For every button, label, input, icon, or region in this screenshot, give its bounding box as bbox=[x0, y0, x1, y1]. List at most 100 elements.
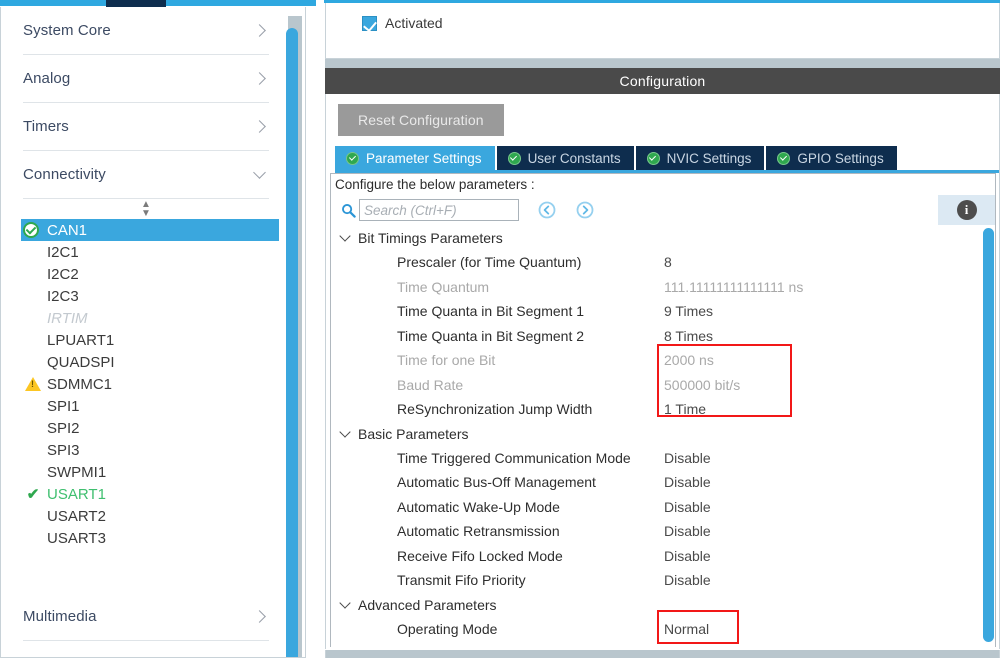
parameter-value: Disable bbox=[664, 449, 711, 466]
peripheral-list: CAN1 I2C1 I2C2 I2C3 IRTIM LPUART1 QUADSPI SDMMC… bbox=[21, 219, 279, 549]
parameter-value: Disable bbox=[664, 474, 711, 491]
parameter-value: Disable bbox=[664, 498, 711, 515]
peripheral-item-label: USART3 bbox=[47, 529, 106, 547]
parameter-row[interactable]: Automatic Retransmission Disable bbox=[331, 519, 973, 544]
parameter-row[interactable]: Automatic Wake-Up Mode Disable bbox=[331, 495, 973, 520]
reset-configuration-button[interactable]: Reset Configuration bbox=[338, 104, 504, 136]
sidebar-category-connectivity[interactable]: Connectivity bbox=[23, 151, 269, 199]
activated-section: Activated bbox=[325, 3, 1000, 59]
parameter-row[interactable]: Time Quanta in Bit Segment 2 8 Times bbox=[331, 324, 973, 349]
search-prev-icon[interactable] bbox=[537, 200, 557, 220]
parameter-row[interactable]: Receive Fifo Locked Mode Disable bbox=[331, 544, 973, 569]
parameter-row[interactable]: ReSynchronization Jump Width 1 Time bbox=[331, 397, 973, 422]
parameter-row[interactable]: Baud Rate 500000 bit/s bbox=[331, 373, 973, 398]
search-next-icon[interactable] bbox=[575, 200, 595, 220]
parameter-scrollbar-thumb[interactable] bbox=[983, 228, 994, 642]
peripheral-item-spi1[interactable]: SPI1 bbox=[23, 395, 269, 417]
parameter-row[interactable]: Time Triggered Communication Mode Disable bbox=[331, 446, 973, 471]
peripheral-item-usart1[interactable]: ✔ USART1 bbox=[23, 483, 269, 505]
peripheral-item-label: LPUART1 bbox=[47, 331, 115, 349]
parameter-row[interactable]: Time Quanta in Bit Segment 1 9 Times bbox=[331, 299, 973, 324]
sidebar-scrollbar-thumb[interactable] bbox=[286, 28, 298, 657]
parameter-name: Automatic Bus-Off Management bbox=[397, 474, 596, 491]
peripheral-item-quadspi[interactable]: QUADSPI bbox=[23, 351, 269, 373]
green-check-circle-icon bbox=[646, 151, 660, 165]
sidebar-category-label: System Core bbox=[23, 22, 111, 39]
peripheral-item-spi2[interactable]: SPI2 bbox=[23, 417, 269, 439]
parameter-scrollbar-track[interactable] bbox=[981, 226, 995, 647]
reset-button-row: Reset Configuration bbox=[326, 94, 999, 145]
parameter-name: Transmit Fifo Priority bbox=[397, 572, 526, 589]
parameter-name: Receive Fifo Locked Mode bbox=[397, 547, 563, 564]
peripheral-item-can1[interactable]: CAN1 bbox=[21, 219, 279, 241]
green-check-circle-icon bbox=[777, 151, 791, 165]
parameter-name: Prescaler (for Time Quantum) bbox=[397, 254, 582, 271]
activated-checkbox[interactable] bbox=[362, 15, 377, 31]
sidebar-scrollbar-track[interactable] bbox=[286, 16, 302, 657]
parameter-value: 1 Time bbox=[664, 401, 707, 418]
chevron-right-icon bbox=[253, 609, 269, 625]
green-check-circle-icon bbox=[507, 151, 521, 165]
sidebar-category-multimedia[interactable]: Multimedia bbox=[23, 593, 269, 641]
configuration-body: Reset Configuration Parameter Settings Us… bbox=[325, 94, 1000, 649]
peripheral-item-label: QUADSPI bbox=[47, 353, 115, 371]
peripheral-item-swpmi1[interactable]: SWPMI1 bbox=[23, 461, 269, 483]
tab-parameter-settings[interactable]: Parameter Settings bbox=[335, 146, 495, 170]
peripheral-item-i2c1[interactable]: I2C1 bbox=[23, 241, 269, 263]
parameter-row[interactable]: Automatic Bus-Off Management Disable bbox=[331, 470, 973, 495]
peripheral-item-label: I2C1 bbox=[47, 243, 79, 261]
activated-label: Activated bbox=[385, 15, 443, 31]
activated-checkbox-row[interactable]: Activated bbox=[362, 15, 443, 31]
parameter-group-label: Bit Timings Parameters bbox=[358, 230, 503, 246]
peripheral-item-usart2[interactable]: USART2 bbox=[23, 505, 269, 527]
search-input[interactable] bbox=[359, 199, 519, 221]
sidebar-category-timers[interactable]: Timers bbox=[23, 103, 269, 151]
parameter-row[interactable]: Operating Mode Normal bbox=[331, 617, 973, 642]
peripheral-item-label: I2C3 bbox=[47, 287, 79, 305]
parameter-group-advanced-parameters[interactable]: Advanced Parameters bbox=[331, 593, 973, 617]
parameter-row[interactable]: Transmit Fifo Priority Disable bbox=[331, 568, 973, 593]
parameter-group-bit-timings-parameters[interactable]: Bit Timings Parameters bbox=[331, 226, 973, 250]
peripheral-item-label: SPI3 bbox=[47, 441, 80, 459]
parameter-value: 111.11111111111111 ns bbox=[664, 278, 804, 295]
parameter-name: Time for one Bit bbox=[397, 352, 496, 369]
parameter-group-label: Basic Parameters bbox=[358, 425, 469, 442]
peripheral-item-spi3[interactable]: SPI3 bbox=[23, 439, 269, 461]
parameter-name: Time Quanta in Bit Segment 1 bbox=[397, 303, 585, 320]
peripheral-sidebar: System Core Analog Timers Connectivity ▲… bbox=[0, 7, 306, 658]
parameter-row[interactable]: Time for one Bit 2000 ns bbox=[331, 348, 973, 373]
peripheral-item-label: SPI2 bbox=[47, 419, 80, 437]
parameter-group-label: Advanced Parameters bbox=[358, 596, 497, 613]
cubemx-configuration-screen: System Core Analog Timers Connectivity ▲… bbox=[0, 0, 1000, 658]
configuration-pane: Activated Configuration Reset Configurat… bbox=[325, 3, 1000, 658]
peripheral-item-lpuart1[interactable]: LPUART1 bbox=[23, 329, 269, 351]
chevron-down-icon bbox=[338, 598, 352, 612]
top-tab-selected-marker bbox=[106, 0, 166, 7]
parameter-value: 8 Times bbox=[664, 327, 714, 344]
sidebar-category-system-core[interactable]: System Core bbox=[23, 7, 269, 55]
parameter-row[interactable]: Time Quantum 111.11111111111111 ns bbox=[331, 275, 973, 300]
tab-label: Parameter Settings bbox=[366, 150, 482, 166]
section-divider bbox=[325, 59, 1000, 68]
search-toolbar: i bbox=[330, 194, 996, 226]
parameter-value: Disable bbox=[664, 523, 711, 540]
configuration-title: Configuration bbox=[619, 73, 706, 89]
parameter-group-basic-parameters[interactable]: Basic Parameters bbox=[331, 422, 973, 446]
parameter-row[interactable]: Prescaler (for Time Quantum) 8 bbox=[331, 250, 973, 275]
peripheral-item-irtim[interactable]: IRTIM bbox=[23, 307, 269, 329]
chevron-down-icon bbox=[338, 427, 352, 441]
info-button[interactable]: i bbox=[938, 195, 995, 225]
tab-label: NVIC Settings bbox=[666, 150, 752, 166]
tab-nvic-settings[interactable]: NVIC Settings bbox=[635, 146, 765, 170]
configure-hint-bar: Configure the below parameters : bbox=[330, 173, 996, 194]
tab-user-constants[interactable]: User Constants bbox=[496, 146, 634, 170]
peripheral-item-sdmmc1[interactable]: SDMMC1 bbox=[23, 373, 269, 395]
parameter-value: Disable bbox=[664, 547, 711, 564]
peripheral-item-i2c3[interactable]: I2C3 bbox=[23, 285, 269, 307]
sort-toggle[interactable]: ▲ ▼ bbox=[23, 200, 269, 219]
tab-gpio-settings[interactable]: GPIO Settings bbox=[766, 146, 897, 170]
sidebar-category-analog[interactable]: Analog bbox=[23, 55, 269, 103]
peripheral-item-usart3[interactable]: USART3 bbox=[23, 527, 269, 549]
peripheral-item-i2c2[interactable]: I2C2 bbox=[23, 263, 269, 285]
